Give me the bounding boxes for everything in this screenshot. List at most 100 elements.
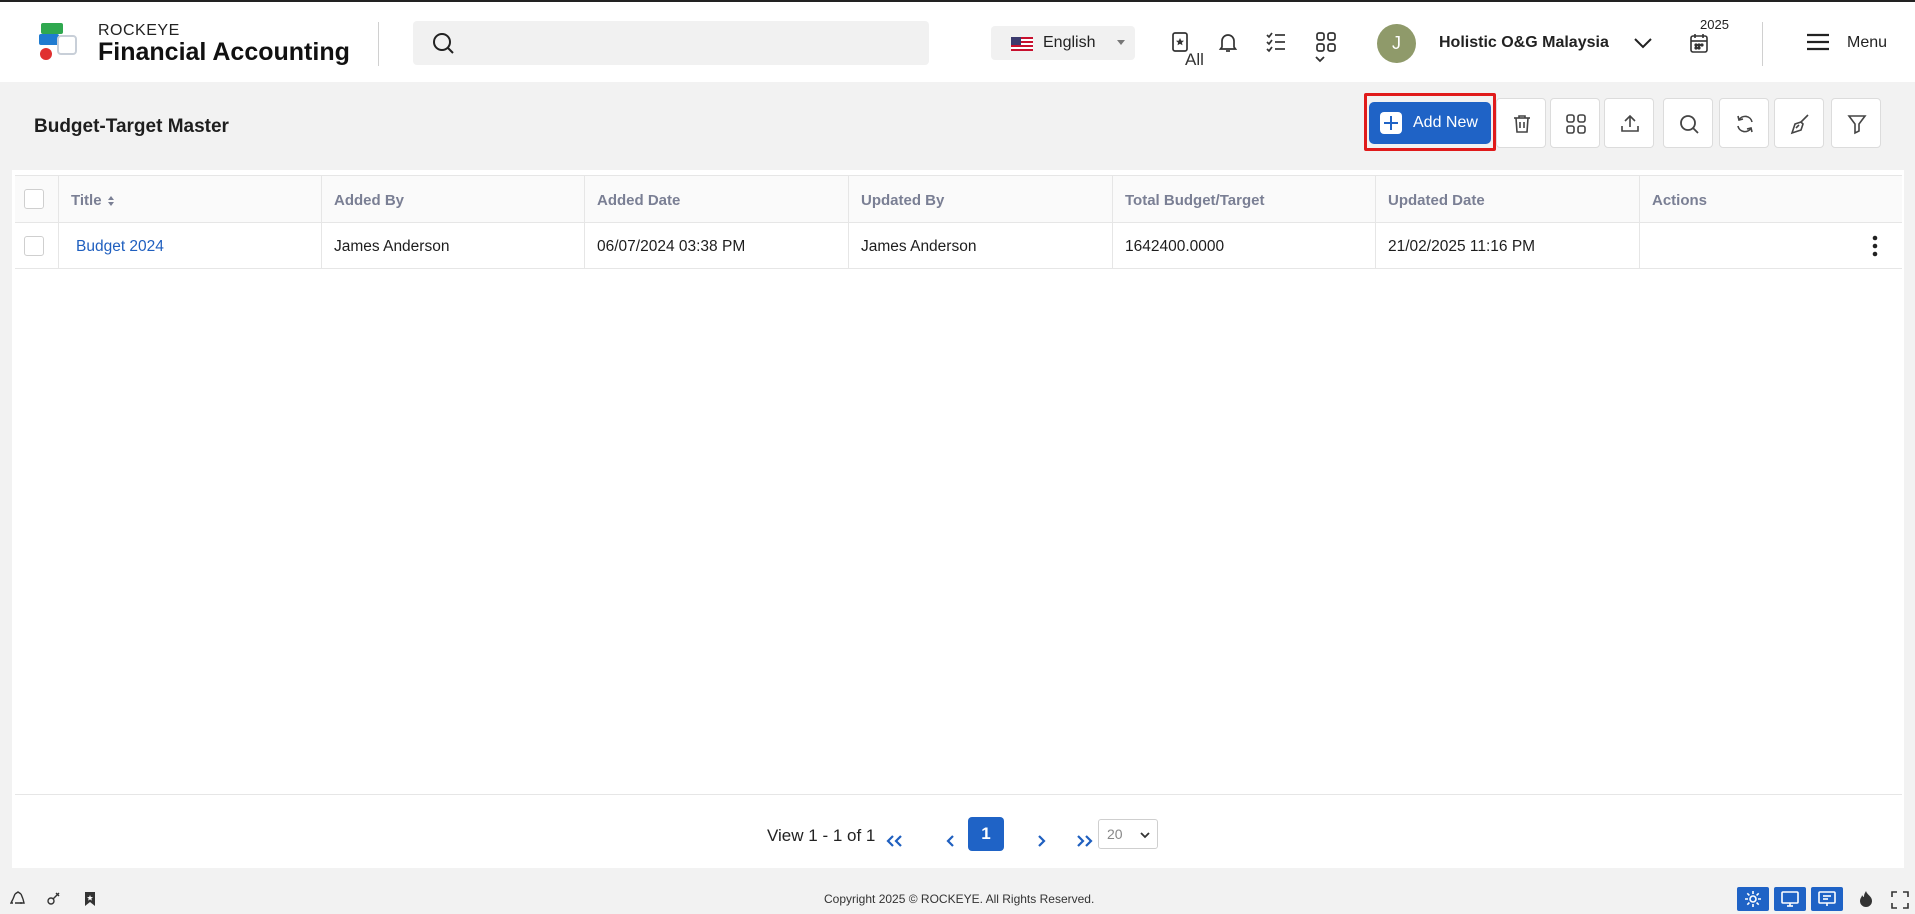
row-checkbox[interactable]	[24, 236, 44, 256]
added-by-value: James Anderson	[334, 238, 450, 255]
column-title-label: Title	[71, 192, 102, 209]
cell-added-date: 06/07/2024 03:38 PM	[585, 223, 849, 268]
filter-button[interactable]	[1831, 98, 1881, 148]
divider	[15, 794, 1902, 795]
column-label: Total Budget/Target	[1125, 192, 1265, 209]
app-title: Financial Accounting	[98, 38, 350, 66]
top-header: ROCKEYE Financial Accounting All English…	[0, 0, 1915, 82]
column-header-total[interactable]: Total Budget/Target	[1113, 176, 1376, 222]
budget-title-link[interactable]: Budget 2024	[76, 238, 164, 256]
previous-page-icon[interactable]	[944, 824, 956, 858]
bookmark-icon[interactable]	[83, 891, 97, 907]
last-page-icon[interactable]	[1074, 824, 1094, 858]
table-panel: Title Added By Added Date Updated By Tot…	[12, 170, 1904, 868]
recycle-icon[interactable]	[10, 891, 26, 907]
apps-grid-icon[interactable]	[1314, 30, 1338, 54]
cell-added-by: James Anderson	[322, 223, 585, 268]
search-icon	[1680, 115, 1699, 134]
column-header-updated-by[interactable]: Updated By	[849, 176, 1113, 222]
rockeye-logo	[39, 23, 77, 60]
caret-down-icon	[1117, 40, 1125, 45]
grid-icon	[1566, 114, 1586, 134]
task-list-icon[interactable]	[1264, 30, 1288, 54]
presentation-button[interactable]	[1811, 887, 1843, 911]
pagination-summary: View 1 - 1 of 1	[767, 826, 876, 845]
trash-icon	[1514, 115, 1530, 133]
column-header-added-date[interactable]: Added Date	[585, 176, 849, 222]
column-label: Updated By	[861, 192, 945, 209]
hamburger-menu-icon[interactable]	[1806, 32, 1830, 52]
notification-bell-icon[interactable]	[1216, 30, 1240, 54]
refresh-icon	[1737, 115, 1753, 133]
fire-icon[interactable]	[1859, 890, 1873, 908]
menu-button[interactable]: Menu	[1847, 34, 1887, 52]
search-icon	[433, 33, 454, 54]
select-all-cell	[15, 176, 59, 222]
company-name[interactable]: Holistic O&G Malaysia	[1439, 34, 1609, 52]
fiscal-year-badge: 2025	[1697, 17, 1732, 32]
column-label: Added By	[334, 192, 405, 209]
page-size-select[interactable]: 20	[1098, 819, 1158, 849]
display-button[interactable]	[1774, 887, 1806, 911]
delete-button[interactable]	[1496, 98, 1546, 148]
sort-icon[interactable]	[107, 195, 115, 207]
chevron-down-icon	[1140, 832, 1150, 839]
copyright-text: Copyright 2025 © ROCKEYE. All Rights Res…	[824, 892, 1095, 906]
more-vertical-icon[interactable]	[1872, 235, 1878, 257]
layout-button[interactable]	[1550, 98, 1600, 148]
upload-icon	[1621, 114, 1639, 132]
presentation-icon	[1818, 891, 1836, 906]
calendar-icon[interactable]	[1689, 32, 1709, 54]
column-label: Updated Date	[1388, 192, 1485, 209]
updated-date-value: 21/02/2025 11:16 PM	[1388, 238, 1536, 255]
clear-button[interactable]	[1774, 98, 1824, 148]
footer: Copyright 2025 © ROCKEYE. All Rights Res…	[0, 884, 1915, 914]
select-all-checkbox[interactable]	[24, 189, 44, 209]
language-selector[interactable]: English	[991, 26, 1135, 60]
column-label: Added Date	[597, 192, 681, 209]
next-page-icon[interactable]	[1036, 824, 1048, 858]
gear-icon	[1745, 891, 1761, 907]
language-label: English	[1043, 34, 1096, 51]
page-number-button[interactable]: 1	[968, 817, 1004, 851]
page-title: Budget-Target Master	[34, 116, 229, 137]
filter-icon	[1847, 115, 1867, 135]
us-flag-icon	[1011, 37, 1033, 51]
column-header-added-by[interactable]: Added By	[322, 176, 585, 222]
cell-total: 1642400.0000	[1113, 223, 1376, 268]
monitor-icon	[1781, 891, 1799, 907]
add-new-button[interactable]: Add New	[1369, 102, 1491, 144]
updated-by-value: James Anderson	[861, 238, 977, 255]
column-label: Actions	[1652, 192, 1708, 209]
first-page-icon[interactable]	[885, 824, 905, 858]
cell-updated-by: James Anderson	[849, 223, 1113, 268]
broom-icon	[1790, 114, 1809, 135]
global-search-input[interactable]: All	[413, 21, 1339, 76]
cell-title: Budget 2024	[59, 223, 322, 268]
page-size-value: 20	[1107, 826, 1123, 842]
cell-actions	[1640, 223, 1902, 268]
fullscreen-icon[interactable]	[1891, 891, 1909, 909]
settings-tools-icon[interactable]	[45, 891, 61, 907]
table-header: Title Added By Added Date Updated By Tot…	[15, 175, 1902, 223]
row-select-cell	[15, 223, 59, 268]
column-header-updated-date[interactable]: Updated Date	[1376, 176, 1640, 222]
chevron-down-icon	[1315, 56, 1325, 63]
added-date-value: 06/07/2024 03:38 PM	[597, 238, 746, 255]
user-avatar[interactable]: J	[1377, 24, 1416, 63]
table-row[interactable]: Budget 2024 James Anderson 06/07/2024 03…	[15, 223, 1902, 269]
search-button[interactable]	[1663, 98, 1713, 148]
chevron-down-icon[interactable]	[1632, 32, 1654, 54]
column-header-title[interactable]: Title	[59, 176, 322, 222]
settings-button[interactable]	[1737, 887, 1769, 911]
cell-updated-date: 21/02/2025 11:16 PM	[1376, 223, 1640, 268]
bookmark-icon[interactable]	[1168, 30, 1192, 54]
export-button[interactable]	[1604, 98, 1654, 148]
add-new-label: Add New	[1413, 114, 1478, 131]
plus-icon	[1380, 112, 1402, 134]
refresh-button[interactable]	[1719, 98, 1769, 148]
total-value: 1642400.0000	[1125, 238, 1225, 255]
column-header-actions: Actions	[1640, 176, 1902, 222]
divider	[378, 22, 379, 66]
divider	[1762, 22, 1763, 66]
